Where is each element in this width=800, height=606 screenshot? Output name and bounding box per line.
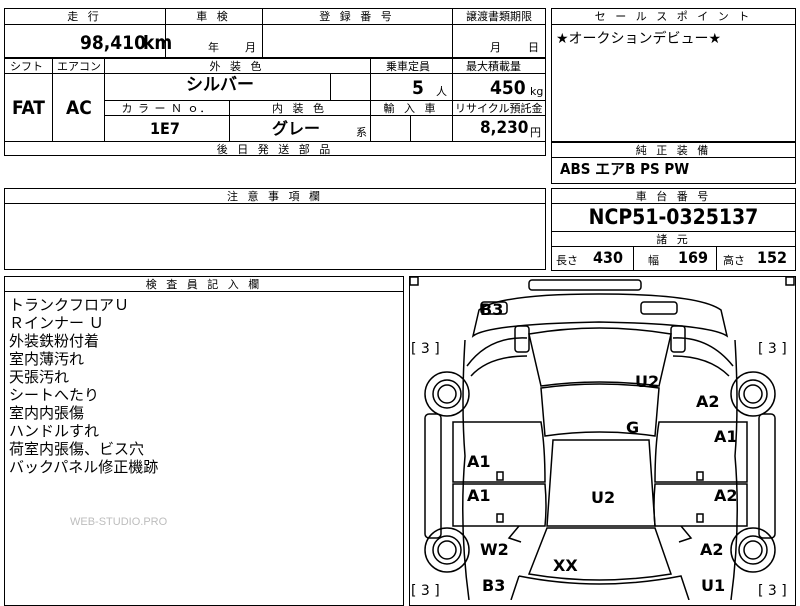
width-value: 169 (678, 248, 709, 267)
transfer-deadline-header: 譲渡書類期限 (466, 10, 532, 23)
mark-right-front-door: A2 (714, 486, 738, 505)
transfer-month: 月 (490, 41, 501, 54)
aircon-header: エアコン (57, 60, 101, 73)
mark-right-front-fender: A2 (700, 540, 724, 559)
watermark: WEB-STUDIO.PRO (70, 516, 168, 528)
interior-color-suffix: 系 (356, 126, 367, 139)
tire-rating-front-left: [ 3 ] (411, 583, 440, 599)
mark-front-bumper-right: U1 (701, 576, 726, 595)
height-label: 高さ (723, 254, 745, 267)
inspector-note: Ｒインナー Ｕ (9, 314, 104, 332)
tire-rating-front-right: [ 3 ] (758, 583, 787, 599)
inspector-header: 検 査 員 記 入 欄 (145, 278, 263, 291)
sales-point-text: ★オークションデビュー★ (556, 31, 722, 47)
later-parts-header: 後 日 発 送 部 品 (216, 143, 334, 156)
color-no-value: 1E7 (150, 119, 180, 138)
notes-header: 注 意 事 項 欄 (227, 190, 323, 203)
exterior-color-header: 外 装 色 (209, 60, 265, 73)
mark-roof: G (626, 418, 640, 437)
color-no-header: カ ラ ー Ｎ ｏ． (121, 102, 212, 115)
height-value: 152 (757, 248, 788, 267)
inspector-note: トランクフロアＵ (9, 296, 130, 314)
exterior-color-value: シルバー (186, 75, 254, 95)
mark-floor: U2 (591, 488, 616, 507)
chassis-number-header: 車 台 番 号 (635, 190, 712, 203)
inspector-note: 天張汚れ (9, 368, 70, 386)
length-value: 430 (593, 248, 624, 267)
import-header: 輸 入 車 (383, 102, 439, 115)
mark-front-bumper-left: B3 (482, 576, 506, 595)
inspector-note: 荷室内張傷、ビス穴 (9, 440, 145, 458)
mileage-value: 98,410 (80, 32, 146, 54)
max-load-unit: kg (530, 85, 544, 98)
mark-rear-bumper: B3 (480, 300, 504, 319)
tire-rating-rear-right: [ 3 ] (758, 341, 787, 357)
sales-point-header: セ ー ル ス ポ イ ン ト (594, 10, 753, 23)
recycle-deposit-value: 8,230 (480, 118, 529, 138)
max-load-value: 450 (490, 77, 526, 99)
max-load-header: 最大積載量 (466, 60, 521, 73)
sales-point-block (551, 8, 796, 142)
registration-header: 登 録 番 号 (319, 10, 395, 23)
interior-color-value: グレー (272, 119, 321, 138)
mark-hood: XX (553, 556, 578, 575)
interior-color-header: 内 装 色 (272, 102, 327, 115)
mark-right-quarter: A2 (696, 392, 720, 411)
inspector-note: バックパネル修正機跡 (9, 458, 159, 476)
equipment-header: 純 正 装 備 (635, 144, 712, 157)
mark-right-rear-door: A1 (714, 427, 738, 446)
tire-rating-rear-left: [ 3 ] (411, 341, 440, 357)
mark-left-front-fender: W2 (480, 540, 509, 559)
chassis-number-value: NCP51-0325137 (588, 205, 759, 229)
inspector-note: シートへたり (9, 386, 100, 404)
inspector-notes-list: トランクフロアＵ Ｒインナー Ｕ 外装鉄粉付着 室内薄汚れ 天張汚れ シートへた… (9, 294, 159, 476)
inspector-note: 外装鉄粉付着 (9, 332, 100, 350)
mark-rear-window: U2 (635, 372, 660, 391)
shaken-month: 月 (245, 41, 256, 54)
capacity-value: 5 (412, 77, 424, 99)
length-label: 長さ (556, 254, 578, 267)
equipment-text: ABS エアB PS PW (560, 160, 690, 178)
mileage-header: 走 行 (67, 10, 102, 23)
mileage-unit: km (143, 32, 173, 54)
transfer-day: 日 (528, 41, 539, 54)
shift-value: FAT (12, 97, 45, 119)
capacity-unit: 人 (436, 85, 447, 98)
inspector-note: 室内内張傷 (9, 404, 85, 422)
mark-left-rear-door: A1 (467, 452, 491, 471)
car-diagram-outline (409, 276, 795, 600)
shaken-year: 年 (208, 41, 219, 54)
mark-left-front-door: A1 (467, 486, 491, 505)
inspector-note: ハンドルすれ (9, 422, 100, 440)
aircon-value: AC (66, 97, 92, 119)
dimensions-header: 諸 元 (656, 233, 691, 246)
capacity-header: 乗車定員 (386, 60, 430, 73)
shift-header: シフト (10, 60, 43, 73)
shaken-header: 車 検 (196, 10, 231, 23)
recycle-deposit-header: リサイクル預託金 (455, 102, 543, 115)
width-label: 幅 (648, 254, 659, 267)
recycle-deposit-unit: 円 (530, 126, 541, 139)
inspector-note: 室内薄汚れ (9, 350, 85, 368)
